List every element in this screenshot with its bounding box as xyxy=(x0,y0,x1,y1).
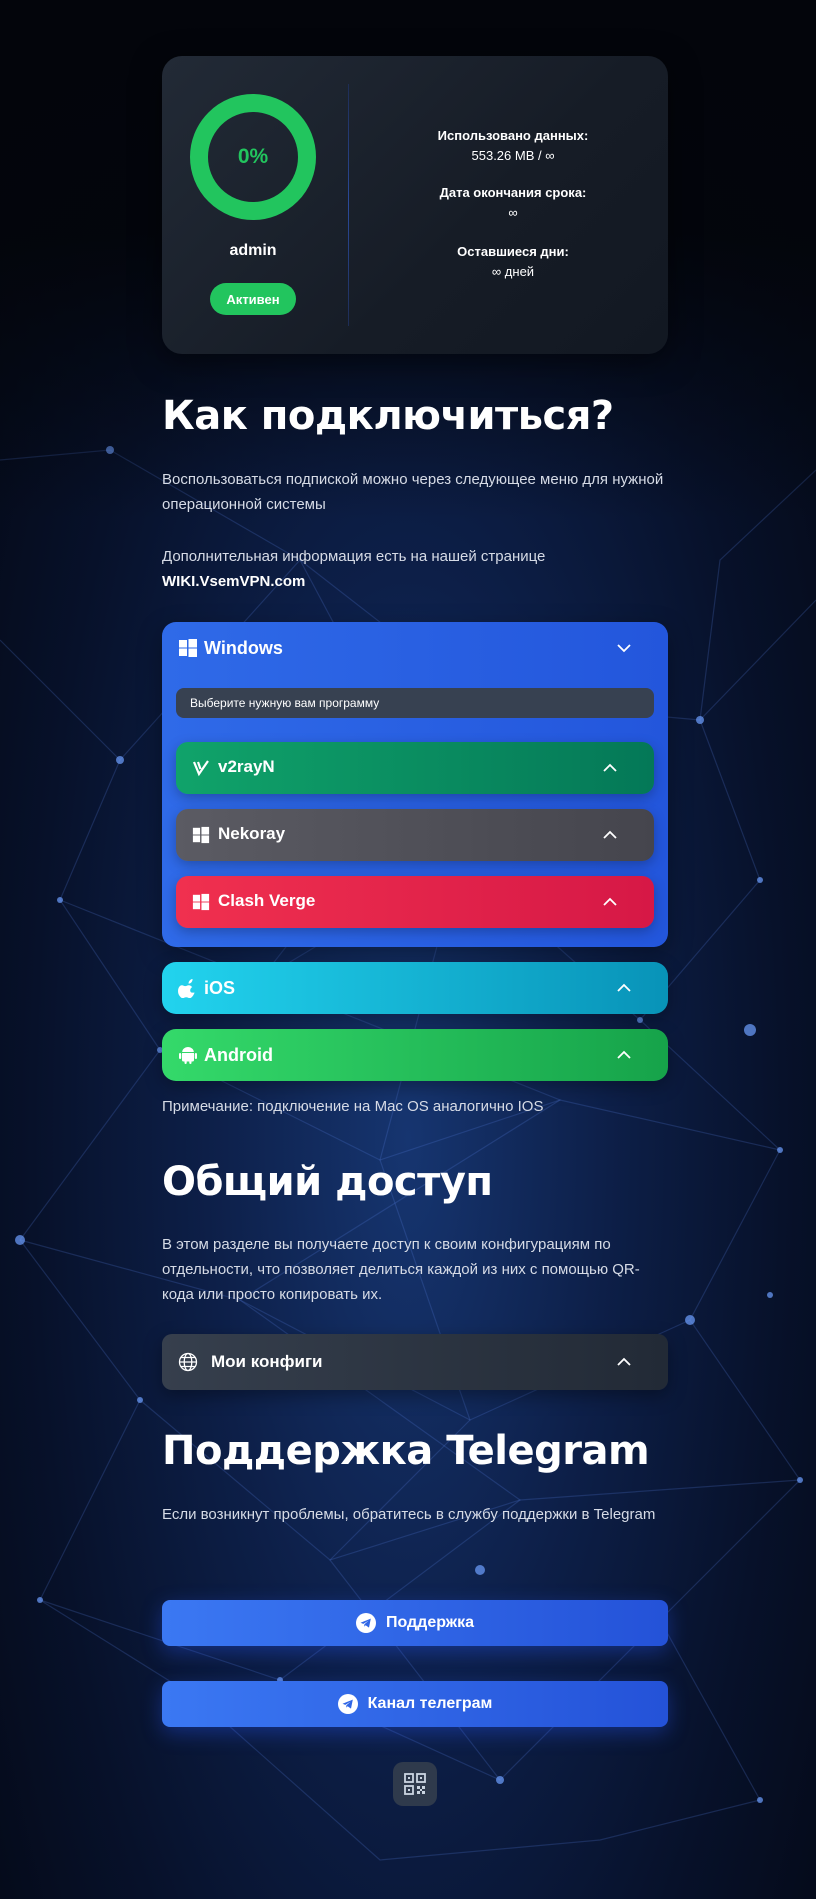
data-used-label: Использовано данных: xyxy=(437,128,589,143)
globe-icon xyxy=(178,1352,198,1372)
chevron-down-icon xyxy=(617,644,631,653)
status-badge: Активен xyxy=(210,283,296,315)
data-used-stat: Использовано данных: 553.26 MB / ∞ xyxy=(358,128,668,163)
choose-program-hint: Выберите нужную вам программу xyxy=(176,688,654,718)
chevron-up-icon xyxy=(603,830,617,839)
v2rayn-logo-icon xyxy=(192,760,209,777)
days-left-value: ∞ дней xyxy=(491,264,535,279)
expire-value: ∞ xyxy=(508,205,518,220)
ios-accordion[interactable]: iOS xyxy=(162,962,668,1014)
macos-note: Примечание: подключение на Mac OS аналог… xyxy=(162,1098,544,1115)
expire-stat: Дата окончания срока: ∞ xyxy=(358,185,668,220)
my-configs-accordion[interactable]: Мои конфиги xyxy=(162,1334,668,1390)
support-button-label: Поддержка xyxy=(385,1614,475,1631)
qr-code-icon xyxy=(404,1773,426,1795)
chevron-up-icon xyxy=(617,1050,631,1059)
windows-accordion-header[interactable]: Windows xyxy=(162,622,668,674)
clash-verge-label: Clash Verge xyxy=(218,891,316,910)
ios-label: iOS xyxy=(204,977,236,998)
v2rayn-label: v2rayN xyxy=(218,757,275,776)
shared-description: В этом разделе вы получаете доступ к сво… xyxy=(162,1236,640,1303)
days-left-stat: Оставшиеся дни: ∞ дней xyxy=(358,244,668,279)
android-accordion[interactable]: Android xyxy=(162,1029,668,1081)
windows-icon xyxy=(179,639,197,657)
data-used-value: 553.26 MB / ∞ xyxy=(471,148,555,163)
wiki-text: Дополнительная информация есть на нашей … xyxy=(162,548,546,565)
my-configs-label: Мои конфиги xyxy=(211,1352,323,1371)
nekoray-accordion[interactable]: Nekoray xyxy=(176,809,654,861)
clash-verge-accordion[interactable]: Clash Verge xyxy=(176,876,654,928)
nekoray-label: Nekoray xyxy=(218,824,286,843)
support-title: Поддержка Telegram xyxy=(162,1428,650,1474)
wiki-link[interactable]: WIKI.VsemVPN.com xyxy=(162,573,305,590)
support-description: Если возникнут проблемы, обратитесь в сл… xyxy=(162,1506,656,1523)
days-left-label: Оставшиеся дни: xyxy=(457,244,569,259)
android-icon xyxy=(179,1047,197,1064)
username: admin xyxy=(229,242,277,259)
chevron-up-icon xyxy=(617,983,631,992)
telegram-icon xyxy=(355,1613,376,1633)
telegram-icon xyxy=(337,1694,358,1714)
android-label: Android xyxy=(204,1044,273,1065)
telegram-channel-button-label: Канал телеграм xyxy=(367,1695,493,1712)
v2rayn-accordion[interactable]: v2rayN xyxy=(176,742,654,794)
shared-title: Общий доступ xyxy=(162,1159,493,1205)
subscription-status-card: 0% admin Активен Использовано данных: 55… xyxy=(162,56,668,354)
apple-icon xyxy=(178,979,195,998)
expire-label: Дата окончания срока: xyxy=(439,185,587,200)
chevron-up-icon xyxy=(603,897,617,906)
chevron-up-icon xyxy=(617,1357,631,1366)
support-button[interactable]: Поддержка xyxy=(162,1600,668,1646)
usage-percent: 0% xyxy=(237,145,269,168)
telegram-channel-button[interactable]: Канал телеграм xyxy=(162,1681,668,1727)
connect-description: Воспользоваться подпиской можно через сл… xyxy=(162,471,664,513)
windows-label: Windows xyxy=(204,637,283,658)
chevron-up-icon xyxy=(603,763,617,772)
windows-accordion: Windows Выберите нужную вам программу v2… xyxy=(162,622,668,947)
qr-code-button[interactable] xyxy=(393,1762,437,1806)
card-divider xyxy=(348,84,349,326)
connect-title: Как подключиться? xyxy=(162,393,614,439)
windows-icon xyxy=(192,826,210,844)
wiki-info: Дополнительная информация есть на нашей … xyxy=(162,544,668,594)
windows-icon xyxy=(192,893,210,911)
